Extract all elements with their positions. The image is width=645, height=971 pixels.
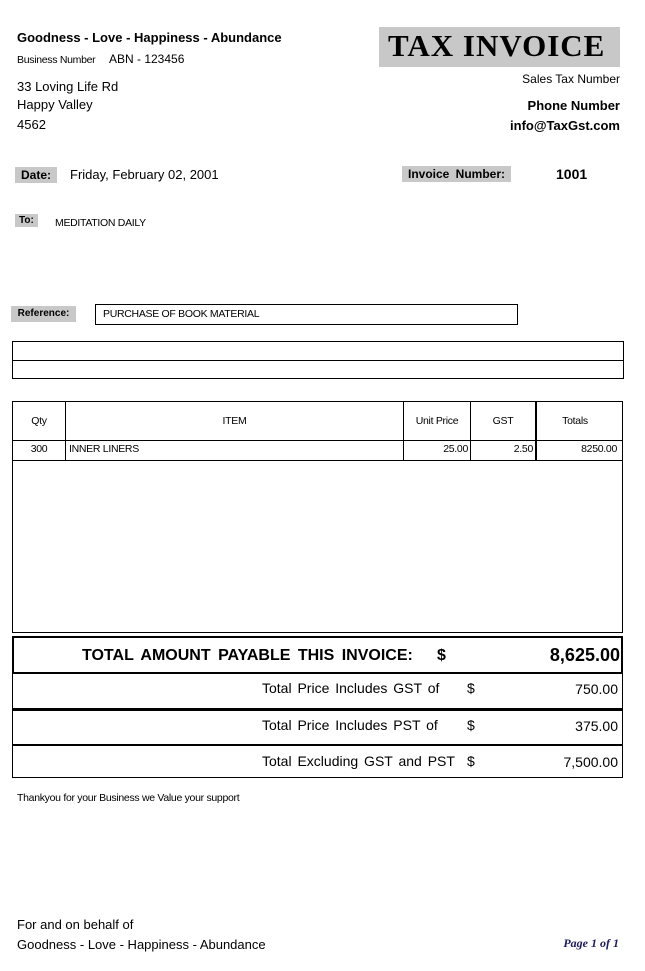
document-title: TAX INVOICE [388, 28, 606, 63]
address-line-1: 33 Loving Life Rd [17, 79, 119, 94]
cell-gst: 2.50 [513, 443, 534, 455]
excl-total-label: Total Excluding GST and PST [262, 753, 455, 769]
invoice-date: Friday, February 02, 2001 [70, 167, 219, 182]
business-number-label: Business Number [17, 54, 96, 66]
invoice-number: 1001 [556, 166, 588, 182]
grand-total-value: 8,625.00 [549, 645, 620, 665]
recipient: MEDITATION DAILY [55, 217, 146, 229]
behalf-line-1: For and on behalf of [17, 917, 134, 932]
invoice-number-label: Invoice Number: [402, 166, 512, 182]
excl-total-value: 7,500.00 [563, 754, 619, 770]
reference-label: Reference: [11, 306, 76, 322]
col-header-totals: Totals [562, 415, 588, 427]
items-table [12, 401, 623, 633]
date-label: Date: [15, 167, 58, 183]
page-number: Page 1 of 1 [563, 936, 619, 950]
sales-tax-number-label: Sales Tax Number [522, 72, 620, 86]
to-label: To: [15, 214, 38, 227]
header-divider [12, 440, 623, 441]
pst-total-label: Total Price Includes PST of [262, 717, 438, 733]
col-header-qty: Qty [31, 415, 47, 427]
pst-total-value: 375.00 [575, 718, 618, 734]
cell-unit-price: 25.00 [443, 443, 468, 455]
col-header-unit-price: Unit Price [415, 415, 459, 427]
email: info@TaxGst.com [510, 118, 620, 133]
cell-item: INNER LINERS [69, 443, 139, 455]
reference-value: PURCHASE OF BOOK MATERIAL [103, 308, 260, 320]
phone-number-label: Phone Number [527, 98, 620, 113]
thank-you-note: Thankyou for your Business we Value your… [17, 792, 240, 804]
row-divider [12, 460, 623, 461]
gst-total-label: Total Price Includes GST of [262, 680, 440, 696]
pst-currency: $ [467, 717, 475, 733]
cell-total: 8250.00 [581, 443, 617, 455]
col-divider [65, 401, 66, 461]
grand-total-label: TOTAL AMOUNT PAYABLE THIS INVOICE: [82, 647, 413, 664]
grand-total-currency: $ [437, 647, 446, 664]
excl-currency: $ [467, 753, 475, 769]
cell-qty: 300 [30, 443, 48, 455]
gst-currency: $ [467, 680, 475, 696]
notes-divider [12, 360, 624, 361]
business-number: ABN - 123456 [109, 52, 185, 66]
address-line-2: Happy Valley [17, 97, 93, 112]
behalf-line-2: Goodness - Love - Happiness - Abundance [17, 937, 266, 952]
address-line-3: 4562 [17, 117, 46, 132]
col-header-item: ITEM [222, 415, 247, 427]
col-header-gst: GST [492, 415, 514, 427]
gst-total-value: 750.00 [575, 681, 618, 697]
company-name: Goodness - Love - Happiness - Abundance [17, 30, 282, 45]
